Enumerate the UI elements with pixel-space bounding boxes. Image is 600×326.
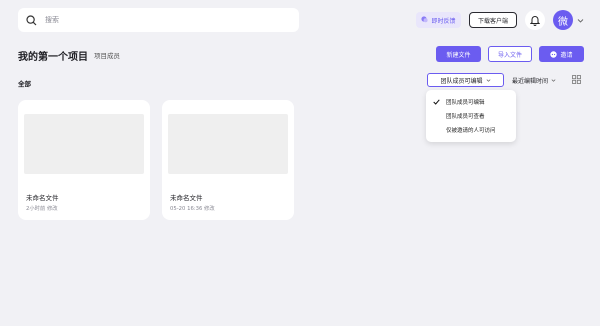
- chat-icon: [421, 15, 429, 25]
- chevron-down-icon[interactable]: [577, 17, 584, 24]
- search-placeholder: 搜索: [45, 16, 59, 24]
- file-name: 未命名文件: [170, 194, 203, 202]
- bell-icon: [530, 15, 540, 26]
- all-files-label: 全部: [18, 80, 31, 88]
- chevron-down-icon: [486, 78, 491, 83]
- sort-select[interactable]: 最近编辑时间: [508, 73, 560, 87]
- project-members-link[interactable]: 项目成员: [94, 50, 120, 60]
- invite-label: 邀请: [560, 51, 573, 59]
- chevron-down-icon: [551, 78, 556, 83]
- file-card[interactable]: 未命名文件 2小时前 修改: [18, 100, 150, 220]
- file-meta: 05-20 16:36 修改: [170, 206, 215, 212]
- dropdown-item-team-view[interactable]: 团队成员可查看: [426, 109, 516, 123]
- dropdown-item-label: 团队成员可查看: [446, 114, 485, 120]
- dropdown-item-label: 仅被邀请的人可访问: [446, 128, 496, 134]
- new-file-button[interactable]: 新建文件: [436, 46, 481, 62]
- file-thumbnail: [168, 114, 288, 174]
- feedback-label: 即时反馈: [431, 17, 456, 25]
- search-icon: [26, 14, 37, 26]
- permission-select[interactable]: 团队成员可编辑: [427, 73, 504, 87]
- file-card[interactable]: 未命名文件 05-20 16:36 修改: [162, 100, 294, 220]
- page-title: 我的第一个项目: [18, 52, 88, 63]
- check-icon: [433, 99, 440, 105]
- permission-select-value: 团队成员可编辑: [440, 77, 483, 85]
- import-file-button[interactable]: 导入文件: [488, 46, 532, 62]
- permission-dropdown-menu: 团队成员可编辑 团队成员可查看 仅被邀请的人可访问: [426, 90, 516, 142]
- grid-view-icon[interactable]: [572, 75, 581, 84]
- file-name: 未命名文件: [26, 194, 59, 202]
- sort-select-value: 最近编辑时间: [511, 77, 548, 85]
- invite-button[interactable]: 邀请: [539, 46, 584, 62]
- invite-icon: [550, 50, 558, 58]
- avatar[interactable]: 微: [553, 10, 573, 30]
- dropdown-item-team-edit[interactable]: 团队成员可编辑: [426, 95, 516, 109]
- feedback-button[interactable]: 即时反馈: [416, 12, 461, 28]
- search-input[interactable]: 搜索: [18, 8, 299, 32]
- download-client-button[interactable]: 下载客户端: [469, 12, 517, 28]
- file-meta: 2小时前 修改: [26, 206, 58, 212]
- dropdown-item-invite-only[interactable]: 仅被邀请的人可访问: [426, 123, 516, 137]
- file-thumbnail: [24, 114, 144, 174]
- dropdown-item-label: 团队成员可编辑: [446, 100, 485, 106]
- notification-button[interactable]: [525, 10, 545, 30]
